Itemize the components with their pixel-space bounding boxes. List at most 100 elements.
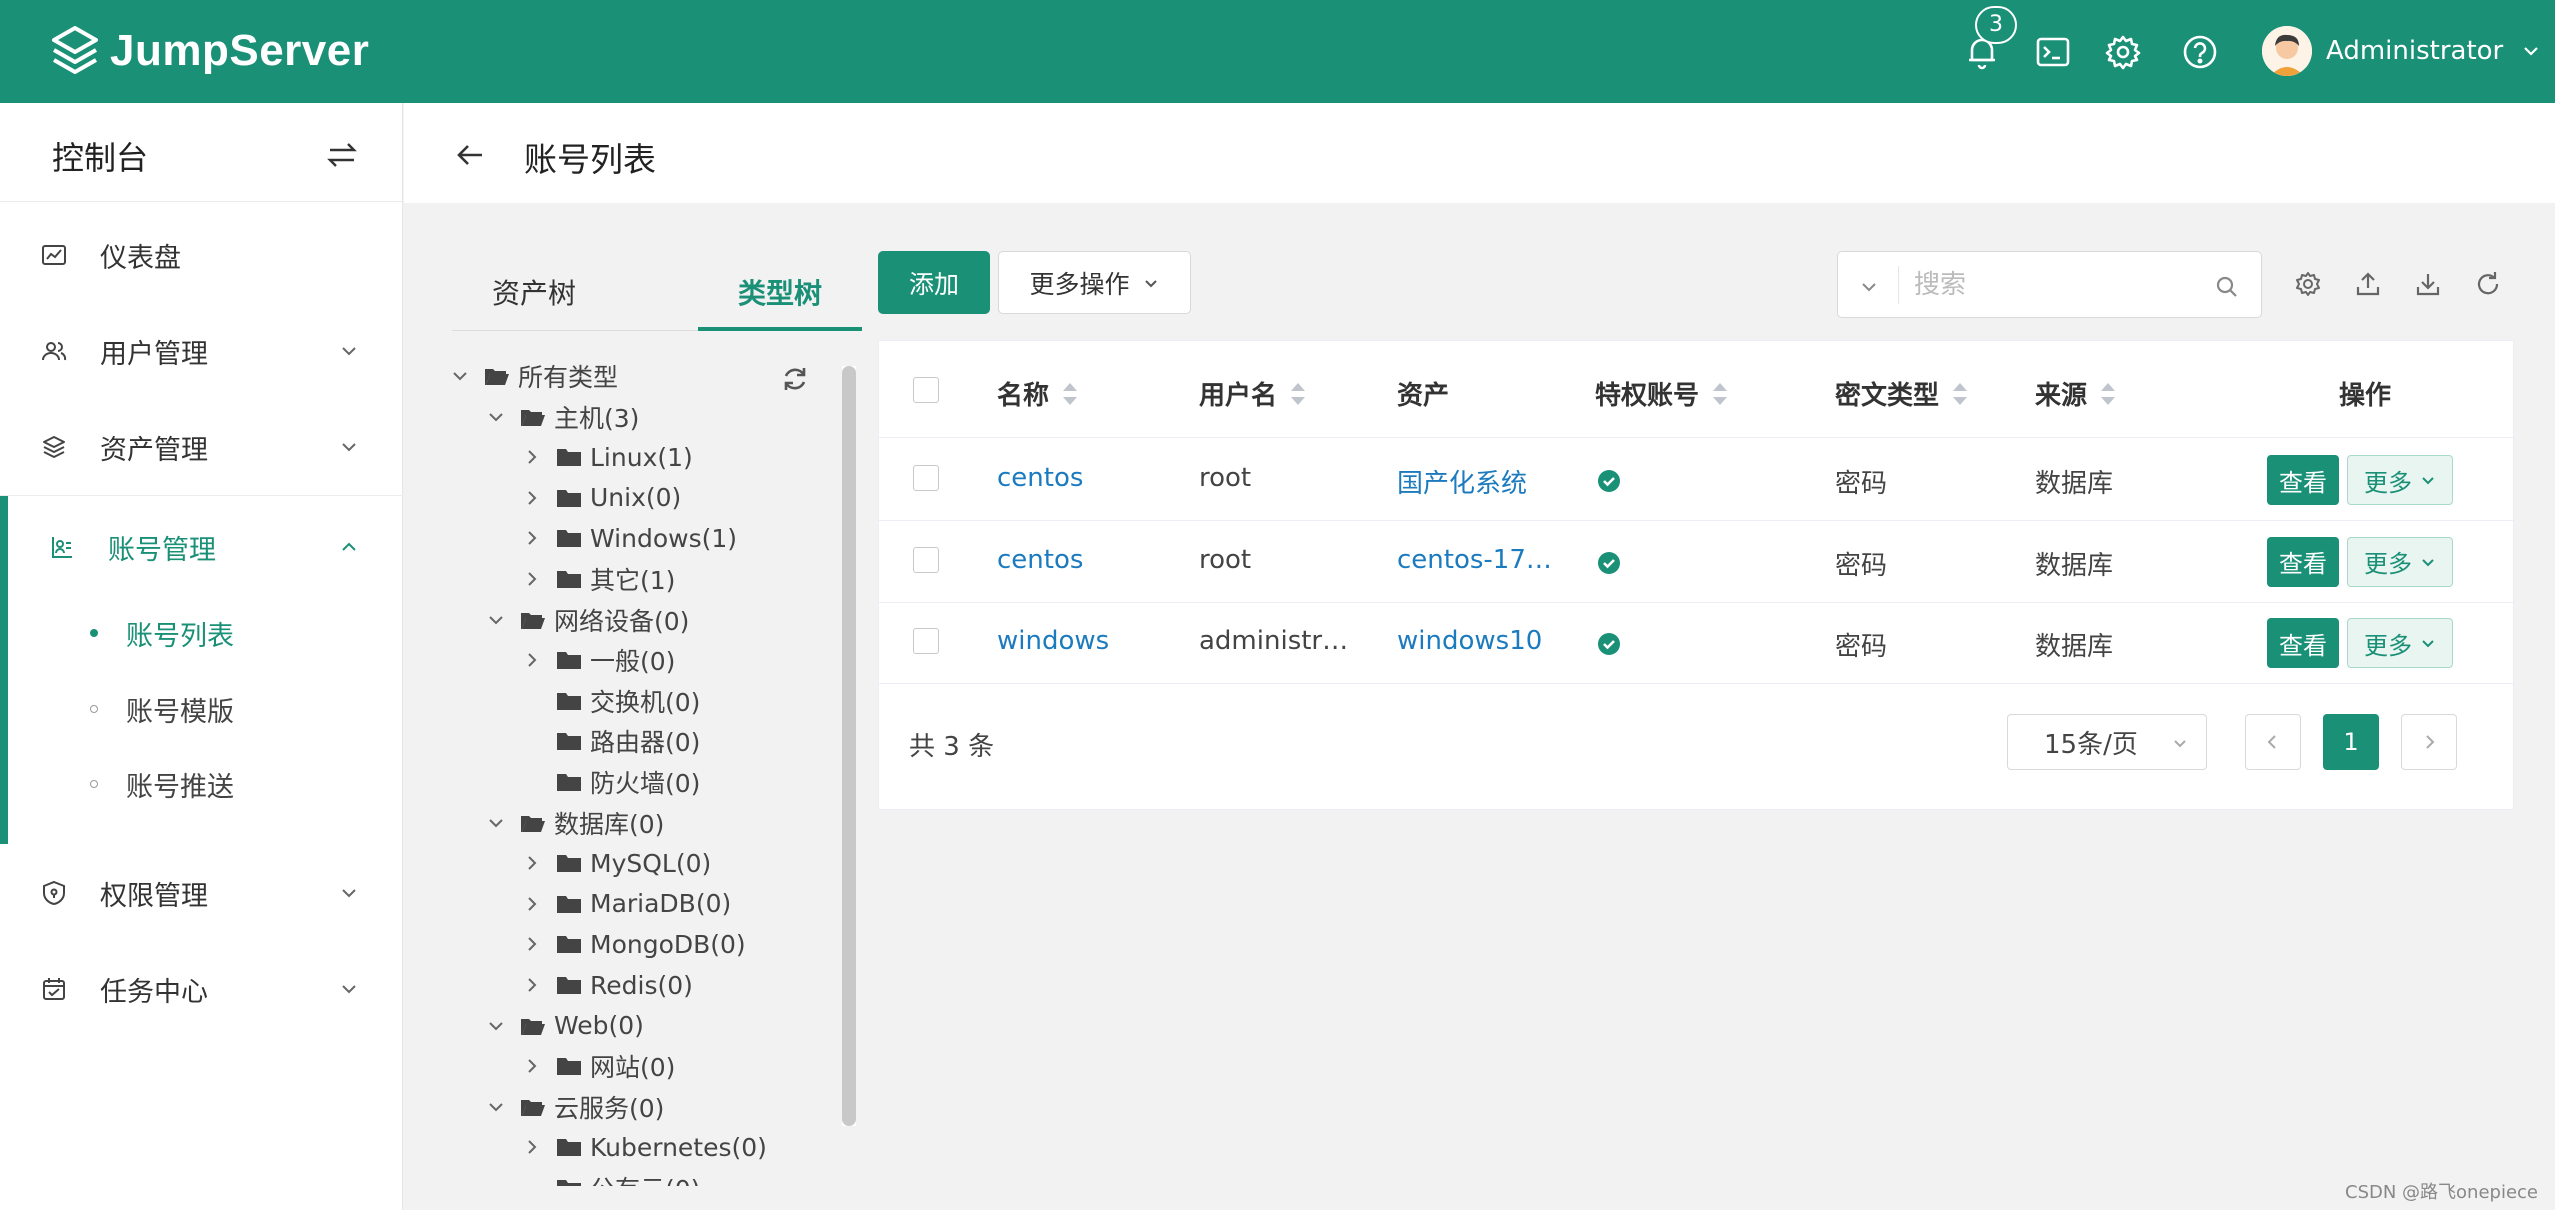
sort-icon[interactable] bbox=[2099, 380, 2117, 408]
chevron-right-icon[interactable] bbox=[522, 569, 542, 589]
gear-icon[interactable] bbox=[2103, 32, 2143, 72]
sidebar-item-dashboard[interactable]: 仪表盘 bbox=[0, 207, 403, 303]
tree-node[interactable]: MariaDB(0) bbox=[522, 884, 731, 924]
chevron-down-icon[interactable] bbox=[1858, 276, 1880, 298]
tree-node[interactable]: 数据库(0) bbox=[486, 803, 664, 843]
terminal-icon[interactable] bbox=[2033, 32, 2073, 72]
sort-icon[interactable] bbox=[1289, 380, 1307, 408]
chevron-down-icon[interactable] bbox=[486, 407, 506, 427]
account-name-link[interactable]: centos bbox=[997, 545, 1083, 575]
tree-node[interactable]: 一般(0) bbox=[522, 640, 675, 680]
tree-node[interactable]: 所有类型 bbox=[450, 356, 618, 396]
tree-scrollbar[interactable] bbox=[842, 366, 856, 1126]
asset-link[interactable]: centos-17… bbox=[1397, 545, 1552, 575]
tree-node[interactable]: Unix(0) bbox=[522, 478, 681, 518]
select-all-checkbox[interactable] bbox=[913, 377, 939, 403]
tree-node[interactable]: Windows(1) bbox=[522, 518, 737, 558]
search-icon[interactable] bbox=[2214, 274, 2240, 300]
column-header-username[interactable]: 用户名 bbox=[1199, 375, 1307, 412]
column-header-source[interactable]: 来源 bbox=[2035, 375, 2117, 412]
add-button[interactable]: 添加 bbox=[878, 251, 990, 314]
folder-icon bbox=[556, 1177, 582, 1186]
sidebar-item-assets[interactable]: 资产管理 bbox=[0, 399, 403, 495]
tree-node[interactable]: 网站(0) bbox=[522, 1046, 675, 1086]
chevron-right-icon[interactable] bbox=[522, 650, 542, 670]
sidebar-item-tasks[interactable]: 任务中心 bbox=[0, 941, 403, 1037]
prev-page-button[interactable] bbox=[2245, 714, 2301, 770]
secret-type-cell: 密码 bbox=[1835, 550, 1888, 581]
chevron-down-icon[interactable] bbox=[450, 366, 470, 386]
account-icon bbox=[48, 533, 76, 561]
tree-node[interactable]: 主机(3) bbox=[486, 397, 639, 437]
more-actions-button[interactable]: 更多操作 bbox=[998, 251, 1191, 314]
chevron-right-icon[interactable] bbox=[522, 528, 542, 548]
more-button[interactable]: 更多 bbox=[2347, 455, 2453, 505]
refresh-icon[interactable] bbox=[2474, 270, 2502, 298]
chevron-right-icon[interactable] bbox=[522, 934, 542, 954]
page-number-current[interactable]: 1 bbox=[2323, 714, 2379, 770]
chevron-right-icon[interactable] bbox=[522, 1056, 542, 1076]
more-button[interactable]: 更多 bbox=[2347, 618, 2453, 668]
chevron-down-icon[interactable] bbox=[486, 1097, 506, 1117]
column-header-secret-type[interactable]: 密文类型 bbox=[1835, 375, 1969, 412]
settings-icon[interactable] bbox=[2294, 270, 2322, 298]
account-name-link[interactable]: centos bbox=[997, 463, 1083, 493]
switch-view-icon[interactable] bbox=[326, 139, 358, 171]
sidebar-subitem-account-template[interactable]: 账号模版 bbox=[0, 679, 403, 739]
sort-icon[interactable] bbox=[1711, 380, 1729, 408]
tree-node[interactable]: 云服务(0) bbox=[486, 1087, 664, 1127]
asset-link[interactable]: 国产化系统 bbox=[1397, 463, 1527, 500]
row-checkbox[interactable] bbox=[913, 628, 939, 654]
chevron-right-icon[interactable] bbox=[522, 975, 542, 995]
tree-node[interactable]: MySQL(0) bbox=[522, 843, 711, 883]
tree-node[interactable]: 防火墙(0) bbox=[522, 762, 700, 802]
chevron-up-icon bbox=[338, 536, 360, 558]
tab-asset-tree[interactable]: 资产树 bbox=[492, 272, 576, 312]
tab-type-tree[interactable]: 类型树 bbox=[738, 272, 822, 312]
chevron-right-icon[interactable] bbox=[522, 894, 542, 914]
row-checkbox[interactable] bbox=[913, 546, 939, 573]
help-icon[interactable] bbox=[2180, 32, 2220, 72]
tree-node[interactable]: Web(0) bbox=[486, 1006, 644, 1046]
back-arrow-icon[interactable] bbox=[454, 139, 486, 171]
tree-node[interactable]: 其它(1) bbox=[522, 559, 675, 599]
chevron-down-icon[interactable] bbox=[486, 610, 506, 630]
chevron-right-icon[interactable] bbox=[522, 1137, 542, 1157]
column-header-name[interactable]: 名称 bbox=[997, 375, 1079, 412]
view-button[interactable]: 查看 bbox=[2267, 536, 2339, 587]
tree-node[interactable]: 网络设备(0) bbox=[486, 600, 689, 640]
download-icon[interactable] bbox=[2414, 270, 2442, 298]
sidebar-subitem-account-list[interactable]: 账号列表 bbox=[0, 603, 403, 663]
row-checkbox[interactable] bbox=[913, 465, 939, 491]
search-input[interactable] bbox=[1914, 262, 2184, 308]
jumpserver-logo[interactable]: JumpServer bbox=[50, 24, 369, 78]
chevron-right-icon[interactable] bbox=[522, 488, 542, 508]
page-size-select[interactable]: 15条/页 bbox=[2007, 714, 2207, 770]
sort-icon[interactable] bbox=[1951, 380, 1969, 408]
chevron-down-icon[interactable] bbox=[486, 1016, 506, 1036]
view-button[interactable]: 查看 bbox=[2267, 618, 2339, 668]
sidebar-item-users[interactable]: 用户管理 bbox=[0, 303, 403, 399]
column-header-privileged[interactable]: 特权账号 bbox=[1595, 375, 1729, 412]
chevron-down-icon[interactable] bbox=[486, 813, 506, 833]
sort-icon[interactable] bbox=[1061, 380, 1079, 408]
tree-node[interactable]: MongoDB(0) bbox=[522, 924, 746, 964]
sidebar-subitem-account-push[interactable]: 账号推送 bbox=[0, 754, 403, 814]
user-menu[interactable]: Administrator bbox=[2262, 26, 2541, 76]
chevron-right-icon[interactable] bbox=[522, 447, 542, 467]
sidebar-item-permissions[interactable]: 权限管理 bbox=[0, 845, 403, 941]
sidebar-item-accounts[interactable]: 账号管理 bbox=[0, 499, 403, 595]
view-button[interactable]: 查看 bbox=[2267, 455, 2339, 505]
account-name-link[interactable]: windows bbox=[997, 626, 1109, 656]
tree-node[interactable]: Kubernetes(0) bbox=[522, 1127, 767, 1167]
asset-link[interactable]: windows10 bbox=[1397, 626, 1542, 656]
more-button[interactable]: 更多 bbox=[2347, 536, 2453, 587]
tree-node[interactable]: 路由器(0) bbox=[522, 721, 700, 761]
tree-node[interactable]: Linux(1) bbox=[522, 437, 693, 477]
chevron-right-icon[interactable] bbox=[522, 853, 542, 873]
tree-node[interactable]: Redis(0) bbox=[522, 965, 693, 1005]
next-page-button[interactable] bbox=[2401, 714, 2457, 770]
tree-node[interactable]: 交换机(0) bbox=[522, 681, 700, 721]
tree-node[interactable]: 公有云(0) bbox=[522, 1168, 700, 1186]
upload-icon[interactable] bbox=[2354, 270, 2382, 298]
